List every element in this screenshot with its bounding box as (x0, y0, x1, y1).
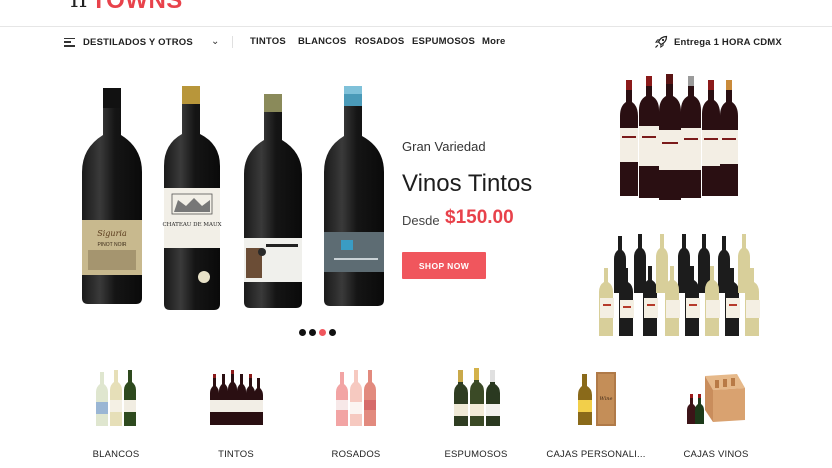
logo-mark: II (70, 0, 88, 13)
nav-divider (232, 36, 233, 48)
logo-text: TOWNS (91, 0, 183, 14)
red-wines-banner[interactable] (614, 72, 746, 207)
nav-link-blancos[interactable]: BLANCOS (298, 36, 346, 48)
bottle-4 (324, 86, 384, 306)
nav-link-espumosos[interactable]: ESPUMOSOS (412, 36, 475, 48)
svg-text:CHATEAU DE MAUX: CHATEAU DE MAUX (162, 222, 221, 228)
svg-text:Siguria: Siguria (97, 229, 127, 238)
category-tintos[interactable]: TINTOS (176, 360, 296, 468)
category-cajas-vinos[interactable]: CAJAS VINOS (656, 360, 776, 468)
category-strip: BLANCOS TINTOS ROSADOS ESPUMOSOS Wine CA… (0, 360, 832, 468)
category-name: ESPUMOSOS (444, 449, 508, 460)
delivery-text: Entrega 1 HORA CDMX (674, 36, 782, 48)
bottle-chateau-de-maux: CHATEAU DE MAUX (162, 86, 222, 310)
nav-link-more[interactable]: More (482, 36, 506, 48)
category-rosados[interactable]: ROSADOS (296, 360, 416, 468)
espumosos-thumbnail (454, 368, 500, 426)
nav-link-tintos[interactable]: TINTOS (250, 36, 286, 48)
cajas-personalizadas-thumbnail: Wine (578, 372, 616, 426)
categories-menu-button[interactable]: DESTILADOS Y OTROS (64, 35, 193, 49)
category-cajas-personalizadas[interactable]: Wine CAJAS PERSONALI... (536, 360, 656, 468)
main-nav: DESTILADOS Y OTROS ⌄ TINTOS BLANCOS ROSA… (0, 27, 832, 57)
hero-from-label: Desde (402, 213, 440, 228)
blancos-thumbnail (96, 370, 136, 426)
rosados-thumbnail (336, 370, 376, 426)
tintos-thumbnail (210, 370, 263, 425)
carousel-dot-4[interactable] (329, 329, 336, 336)
hero-bottles-image: Siguria PINOT NOIR CHATEAU DE MAUX (82, 86, 384, 310)
mixed-wines-banner[interactable] (596, 228, 766, 340)
category-name: BLANCOS (92, 449, 140, 460)
svg-text:PINOT NOIR: PINOT NOIR (97, 242, 126, 248)
category-blancos[interactable]: BLANCOS (56, 360, 176, 468)
chevron-down-icon[interactable]: ⌄ (211, 36, 219, 48)
delivery-info[interactable]: Entrega 1 HORA CDMX (654, 35, 782, 49)
cajas-vinos-thumbnail (687, 374, 745, 424)
carousel-dot-1[interactable] (299, 329, 306, 336)
carousel-dot-3[interactable] (319, 329, 326, 336)
bottle-3 (244, 94, 302, 308)
hero-title: Vinos Tintos (402, 170, 533, 197)
shop-now-button[interactable]: SHOP NOW (402, 252, 486, 279)
carousel-dot-2[interactable] (309, 329, 316, 336)
hero-eyebrow: Gran Variedad (402, 139, 486, 154)
category-name: CAJAS VINOS (683, 449, 749, 460)
logo[interactable]: II TOWNS (70, 0, 183, 14)
categories-menu-label: DESTILADOS Y OTROS (83, 36, 193, 48)
hero-price: $150.00 (445, 207, 514, 228)
carousel-dots (299, 329, 336, 336)
nav-link-rosados[interactable]: ROSADOS (355, 36, 404, 48)
category-name: CAJAS PERSONALI... (546, 449, 646, 460)
category-name: ROSADOS (331, 449, 381, 460)
category-name: TINTOS (218, 449, 254, 460)
bottle-siguria: Siguria PINOT NOIR (82, 88, 142, 304)
svg-text:Wine: Wine (600, 396, 613, 402)
rocket-icon (654, 35, 668, 49)
hamburger-icon (64, 37, 75, 47)
category-espumosos[interactable]: ESPUMOSOS (416, 360, 536, 468)
